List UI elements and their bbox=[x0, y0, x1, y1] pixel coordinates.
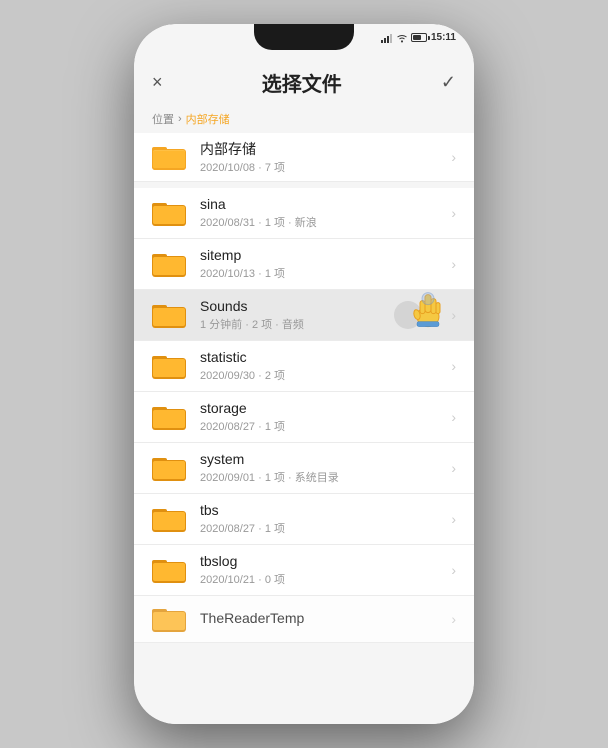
list-item[interactable]: sitemp 2020/10/13 · 1 项 › bbox=[134, 239, 474, 290]
top-folder-name: 内部存储 bbox=[200, 139, 447, 159]
file-meta: 2020/10/21 · 0 项 bbox=[200, 571, 447, 587]
list-item[interactable]: tbs 2020/08/27 · 1 项 › bbox=[134, 494, 474, 545]
chevron-right-icon: › bbox=[451, 149, 456, 165]
list-item[interactable]: storage 2020/08/27 · 1 项 › bbox=[134, 392, 474, 443]
file-info: sitemp 2020/10/13 · 1 项 bbox=[200, 247, 447, 281]
file-meta: 2020/09/30 · 2 项 bbox=[200, 367, 447, 383]
file-name: storage bbox=[200, 400, 447, 416]
list-item[interactable]: TheReaderTemp › bbox=[134, 596, 474, 643]
file-meta: 1 分钟前 · 2 项 · 音频 bbox=[200, 316, 447, 332]
file-name: sitemp bbox=[200, 247, 447, 263]
list-item[interactable]: sina 2020/08/31 · 1 项 · 新浪 › bbox=[134, 188, 474, 239]
file-name: tbs bbox=[200, 502, 447, 518]
file-name: Sounds bbox=[200, 298, 447, 314]
phone-frame: 15:11 × 选择文件 ✓ 位置 › 内部存储 bbox=[134, 24, 474, 724]
file-info: Sounds 1 分钟前 · 2 项 · 音频 bbox=[200, 298, 447, 332]
file-name: system bbox=[200, 451, 447, 467]
folder-icon bbox=[152, 300, 188, 330]
file-meta: 2020/08/27 · 1 项 bbox=[200, 418, 447, 434]
folder-icon bbox=[152, 555, 188, 585]
notch bbox=[254, 24, 354, 50]
folder-icon bbox=[152, 504, 188, 534]
list-item[interactable]: system 2020/09/01 · 1 项 · 系统目录 › bbox=[134, 443, 474, 494]
wifi-icon bbox=[396, 33, 408, 43]
top-folder-item[interactable]: 内部存储 2020/10/08 · 7 项 › bbox=[134, 133, 474, 182]
list-item-sounds[interactable]: Sounds 1 分钟前 · 2 项 · 音频 › bbox=[134, 290, 474, 341]
chevron-right-icon: › bbox=[451, 511, 456, 527]
file-name: statistic bbox=[200, 349, 447, 365]
signal-icon bbox=[381, 33, 393, 43]
chevron-right-icon: › bbox=[451, 409, 456, 425]
file-info: sina 2020/08/31 · 1 项 · 新浪 bbox=[200, 196, 447, 230]
file-meta: 2020/09/01 · 1 项 · 系统目录 bbox=[200, 469, 447, 485]
file-name: sina bbox=[200, 196, 447, 212]
phone-screen: 15:11 × 选择文件 ✓ 位置 › 内部存储 bbox=[134, 24, 474, 724]
file-info: statistic 2020/09/30 · 2 项 bbox=[200, 349, 447, 383]
file-meta: 2020/08/27 · 1 项 bbox=[200, 520, 447, 536]
breadcrumb-label: 位置 bbox=[152, 111, 174, 127]
file-list: sina 2020/08/31 · 1 项 · 新浪 › sitemp 2020… bbox=[134, 188, 474, 724]
folder-icon bbox=[152, 453, 188, 483]
top-folder-meta: 2020/10/08 · 7 项 bbox=[200, 159, 447, 175]
chevron-right-icon: › bbox=[451, 358, 456, 374]
file-info: TheReaderTemp bbox=[200, 610, 447, 628]
folder-icon bbox=[152, 249, 188, 279]
folder-icon bbox=[152, 142, 188, 172]
file-name: tbslog bbox=[200, 553, 447, 569]
status-right: 15:11 bbox=[381, 30, 456, 43]
chevron-right-icon: › bbox=[451, 611, 456, 627]
file-meta: 2020/10/13 · 1 项 bbox=[200, 265, 447, 281]
list-item[interactable]: tbslog 2020/10/21 · 0 项 › bbox=[134, 545, 474, 596]
file-info: system 2020/09/01 · 1 项 · 系统目录 bbox=[200, 451, 447, 485]
breadcrumb-separator: › bbox=[178, 113, 182, 125]
close-button[interactable]: × bbox=[152, 72, 163, 93]
folder-icon bbox=[152, 351, 188, 381]
chevron-right-icon: › bbox=[451, 205, 456, 221]
file-meta: 2020/08/31 · 1 项 · 新浪 bbox=[200, 214, 447, 230]
list-item[interactable]: statistic 2020/09/30 · 2 项 › bbox=[134, 341, 474, 392]
chevron-right-icon: › bbox=[451, 562, 456, 578]
top-folder-info: 内部存储 2020/10/08 · 7 项 bbox=[200, 139, 447, 175]
folder-icon bbox=[152, 198, 188, 228]
status-time: 15:11 bbox=[431, 32, 456, 43]
chevron-right-icon: › bbox=[451, 256, 456, 272]
file-info: tbslog 2020/10/21 · 0 项 bbox=[200, 553, 447, 587]
battery-icon bbox=[411, 33, 427, 42]
chevron-right-icon: › bbox=[451, 307, 456, 323]
status-icons bbox=[381, 33, 427, 43]
breadcrumb-current[interactable]: 内部存储 bbox=[186, 111, 230, 127]
folder-icon bbox=[152, 604, 188, 634]
folder-icon bbox=[152, 402, 188, 432]
confirm-button[interactable]: ✓ bbox=[441, 72, 456, 93]
file-info: tbs 2020/08/27 · 1 项 bbox=[200, 502, 447, 536]
file-name: TheReaderTemp bbox=[200, 610, 447, 626]
app-header: × 选择文件 ✓ bbox=[134, 62, 474, 107]
file-info: storage 2020/08/27 · 1 项 bbox=[200, 400, 447, 434]
page-title: 选择文件 bbox=[262, 68, 342, 97]
status-bar: 15:11 bbox=[134, 24, 474, 62]
breadcrumb: 位置 › 内部存储 bbox=[134, 107, 474, 133]
chevron-right-icon: › bbox=[451, 460, 456, 476]
